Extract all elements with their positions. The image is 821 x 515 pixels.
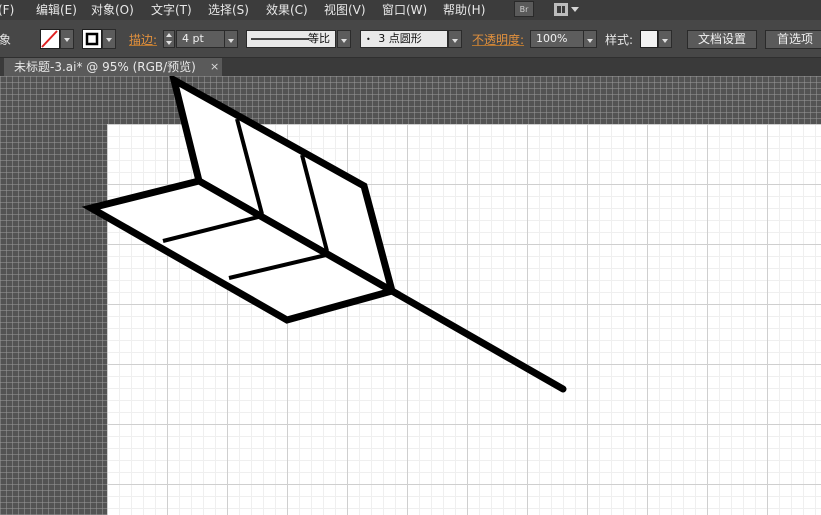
variable-width-profile[interactable]: 等比	[246, 30, 336, 48]
opacity-field[interactable]: 100%	[530, 30, 584, 48]
menu-file[interactable]: (F)	[0, 0, 14, 20]
menu-object[interactable]: 对象(O)	[91, 0, 134, 20]
menu-window[interactable]: 窗口(W)	[382, 0, 427, 20]
uniform-line-icon	[251, 38, 309, 40]
stroke-weight-field[interactable]: 4 pt	[176, 30, 225, 48]
document-tab[interactable]: 未标题-3.ai* @ 95% (RGB/预览) ×	[4, 58, 222, 76]
stroke-weight-dropdown[interactable]	[224, 30, 238, 48]
stroke-square-icon	[85, 32, 99, 46]
opacity-dropdown[interactable]	[583, 30, 597, 48]
arrow-artwork[interactable]	[0, 76, 821, 515]
stroke-weight-stepper[interactable]	[163, 30, 175, 48]
menu-edit[interactable]: 编辑(E)	[36, 0, 77, 20]
layout-grid-icon	[554, 2, 568, 16]
selection-type-label: 象	[0, 33, 12, 47]
document-tab-title: 未标题-3.ai* @ 95% (RGB/预览)	[14, 60, 196, 74]
graphic-style-swatch[interactable]	[640, 30, 658, 48]
stroke-swatch[interactable]	[82, 29, 102, 49]
menu-type[interactable]: 文字(T)	[151, 0, 192, 20]
control-bar: 象 描边: 4 pt 等比 • 3 点圆形 不透明度: 100% 样式: 文档设…	[0, 20, 821, 58]
document-tab-strip: 未标题-3.ai* @ 95% (RGB/预览) ×	[0, 58, 821, 76]
none-swatch-icon	[41, 30, 58, 48]
arrow-shaft[interactable]	[388, 287, 567, 393]
preferences-button[interactable]: 首选项	[765, 30, 821, 49]
profile-dropdown[interactable]	[337, 30, 351, 48]
stroke-dropdown[interactable]	[102, 29, 116, 49]
chevron-down-icon	[571, 6, 579, 12]
profile-label: 等比	[308, 32, 330, 45]
brush-label: 3 点圆形	[378, 32, 422, 45]
close-icon[interactable]: ×	[210, 58, 219, 76]
workspace-layout-button[interactable]	[554, 1, 580, 17]
document-setup-button[interactable]: 文档设置	[687, 30, 757, 49]
brush-dropdown[interactable]	[448, 30, 462, 48]
style-label: 样式:	[605, 33, 634, 47]
menu-view[interactable]: 视图(V)	[324, 0, 366, 20]
menu-help[interactable]: 帮助(H)	[443, 0, 485, 20]
fill-swatch[interactable]	[40, 29, 60, 49]
dot-icon: •	[366, 35, 371, 44]
fill-dropdown[interactable]	[60, 29, 74, 49]
brush-definition[interactable]: • 3 点圆形	[360, 30, 448, 48]
menu-select[interactable]: 选择(S)	[208, 0, 249, 20]
graphic-style-dropdown[interactable]	[658, 30, 672, 48]
menu-bar: (F) 编辑(E) 对象(O) 文字(T) 选择(S) 效果(C) 视图(V) …	[0, 0, 821, 20]
stroke-label[interactable]: 描边:	[129, 31, 157, 48]
bridge-button[interactable]: Br	[514, 1, 534, 17]
opacity-label[interactable]: 不透明度:	[472, 31, 524, 48]
menu-effect[interactable]: 效果(C)	[266, 0, 308, 20]
